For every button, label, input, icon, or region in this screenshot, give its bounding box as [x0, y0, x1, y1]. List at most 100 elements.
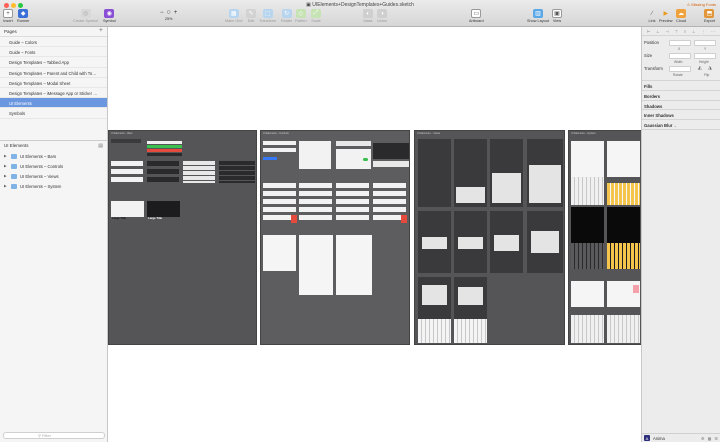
- disclosure-triangle-icon[interactable]: ▶: [4, 184, 8, 188]
- rotate-button[interactable]: ↻ Rotate: [281, 9, 292, 23]
- zoom-out-button[interactable]: −: [160, 10, 164, 16]
- artboard-icon: ▭: [471, 9, 482, 18]
- flip-vertical-icon[interactable]: ◮: [708, 65, 712, 71]
- create-symbol-button[interactable]: ◎ Create Symbol: [73, 9, 98, 23]
- zoom-control[interactable]: − ○ + 25%: [160, 9, 177, 21]
- inner-shadows-section[interactable]: Inner Shadows: [642, 109, 720, 119]
- collapse-layers-icon[interactable]: ▤: [98, 143, 103, 149]
- align-center-icon[interactable]: ⊥: [656, 29, 659, 34]
- artboard-ui-elements-views[interactable]: UI Elements – Views: [414, 130, 565, 345]
- toolbar-samples-dark: [219, 161, 255, 183]
- anima-grid-icon[interactable]: ▦: [708, 436, 712, 441]
- layer-group[interactable]: ▶ UI Elements – Views: [0, 171, 107, 181]
- disclosure-triangle-icon[interactable]: ▶: [4, 154, 8, 158]
- disclosure-triangle-icon[interactable]: ▶: [4, 164, 8, 168]
- inspector-panel: ⊢ ⊥ ⊣ ⊤ ≡ ⊥ ⋮ ⋯ Position X Y Size Width …: [641, 27, 720, 442]
- share-sheet: [529, 165, 561, 203]
- screen-sample: [607, 141, 640, 177]
- layer-group[interactable]: ▶ UI Elements – Bars: [0, 151, 107, 161]
- distribute-vertical-icon[interactable]: ⋯: [711, 29, 715, 34]
- layer-filter-input[interactable]: ⚲ Filter: [3, 432, 105, 439]
- dropdown-icon[interactable]: ⌄: [674, 123, 678, 128]
- keyboard: [418, 319, 451, 343]
- height-input[interactable]: [694, 53, 716, 59]
- artboard-label: UI Elements – System: [571, 132, 596, 135]
- flip-horizontal-icon[interactable]: ◭: [698, 65, 702, 71]
- nav-bar-light: [111, 177, 143, 182]
- flatten-button[interactable]: ◇ Flatten: [295, 9, 307, 23]
- runner-button[interactable]: ◆ Runner: [17, 9, 29, 23]
- missing-fonts-button[interactable]: ⚠ Missing Fonts: [687, 2, 716, 7]
- transform-icon: ⬚: [262, 9, 273, 18]
- design-canvas[interactable]: UI Elements – Bars Large Title Large Tit…: [108, 27, 641, 442]
- width-label: Width: [674, 60, 683, 64]
- nav-bar-dark: [147, 177, 179, 182]
- window-title: ▣ UIElements+DesignTemplates+Guides.sket…: [306, 2, 414, 8]
- large-title-light: Large Title: [111, 201, 144, 220]
- page-item[interactable]: Design Templates – Parent and Child with…: [0, 68, 107, 78]
- borders-section[interactable]: Borders: [642, 90, 720, 100]
- align-middle-icon[interactable]: ≡: [684, 29, 686, 34]
- align-right-icon[interactable]: ⊣: [665, 29, 668, 34]
- action-sheet: [492, 173, 521, 203]
- alert-dialog: [422, 285, 447, 305]
- layer-group[interactable]: ▶ UI Elements – Controls: [0, 161, 107, 171]
- edit-button[interactable]: ✎ Edit: [246, 9, 256, 23]
- make-grid-button[interactable]: ▦ Make Grid: [225, 9, 243, 23]
- picker-sample: [336, 235, 372, 295]
- keyboard-light: [571, 177, 604, 205]
- preview-button[interactable]: ▶ Preview: [659, 9, 673, 23]
- union-button[interactable]: ◑ Union: [377, 9, 387, 23]
- cloud-button[interactable]: ☁ Cloud: [676, 9, 686, 23]
- fills-section[interactable]: Fills: [642, 80, 720, 90]
- folder-icon: [11, 183, 17, 189]
- anima-plugin-bar[interactable]: A Anima ⚙ ▦ ☰: [642, 433, 720, 442]
- anima-logo-icon: A: [644, 435, 650, 441]
- export-button[interactable]: ⬒ Export: [704, 9, 715, 23]
- artboard-button[interactable]: ▭ Artboard: [469, 9, 484, 23]
- symbol-button[interactable]: ◉ Symbol: [103, 9, 116, 23]
- page-item-selected[interactable]: UI Elements: [0, 98, 107, 109]
- page-item[interactable]: Design Templates – iMessage App or Stick…: [0, 88, 107, 99]
- transform-button[interactable]: ⬚ Transform: [259, 9, 276, 23]
- show-layout-button[interactable]: ▥ Show Layout: [527, 9, 549, 23]
- position-x-input[interactable]: [669, 40, 691, 46]
- artboard-ui-elements-bars[interactable]: UI Elements – Bars Large Title Large Tit…: [108, 130, 257, 345]
- page-item[interactable]: Design Templates – Modal Sheet: [0, 78, 107, 88]
- disclosure-triangle-icon[interactable]: ▶: [4, 174, 8, 178]
- artboard-ui-elements-controls[interactable]: UI Elements – Controls: [260, 130, 410, 345]
- anima-settings-icon[interactable]: ⚙: [701, 436, 705, 441]
- nav-bar-light: [111, 169, 143, 174]
- align-bottom-icon[interactable]: ⊥: [692, 29, 695, 34]
- view-button[interactable]: ▣ View: [552, 9, 562, 23]
- page-item[interactable]: Design Templates – Tabbed App: [0, 57, 107, 68]
- anima-menu-icon[interactable]: ☰: [714, 436, 718, 441]
- picker-sample: [263, 235, 296, 271]
- alert-dialog: [531, 231, 559, 253]
- control-sample: [373, 161, 409, 167]
- page-item[interactable]: Symbols: [0, 108, 107, 119]
- gaussian-blur-section[interactable]: Gaussian Blur ⌄: [642, 119, 720, 129]
- delete-action-red: [401, 215, 407, 223]
- folder-icon: [11, 153, 17, 159]
- insert-button[interactable]: + Insert: [3, 9, 13, 23]
- position-y-input[interactable]: [694, 40, 716, 46]
- red-bar-sample: [147, 149, 182, 152]
- link-button[interactable]: ∕ Link: [647, 9, 657, 24]
- layer-group[interactable]: ▶ UI Elements – System: [0, 181, 107, 191]
- page-item[interactable]: Guide – Fonts: [0, 47, 107, 58]
- align-top-icon[interactable]: ⊤: [675, 29, 678, 34]
- distribute-icon[interactable]: ⋮: [701, 29, 705, 34]
- mask-button[interactable]: ◐ Mask: [363, 9, 373, 23]
- width-input[interactable]: [669, 53, 691, 59]
- add-page-button[interactable]: +: [99, 27, 103, 34]
- page-item[interactable]: Guide – Colors: [0, 37, 107, 48]
- align-left-icon[interactable]: ⊢: [647, 29, 650, 34]
- scale-button[interactable]: ⤢ Scale: [311, 9, 321, 23]
- zoom-in-button[interactable]: +: [174, 10, 178, 16]
- keyboard: [454, 319, 487, 343]
- scale-icon: ⤢: [311, 9, 321, 18]
- artboard-ui-elements-system[interactable]: UI Elements – System: [568, 130, 641, 345]
- rotate-input[interactable]: [669, 66, 691, 72]
- pages-header: Pages +: [4, 27, 103, 34]
